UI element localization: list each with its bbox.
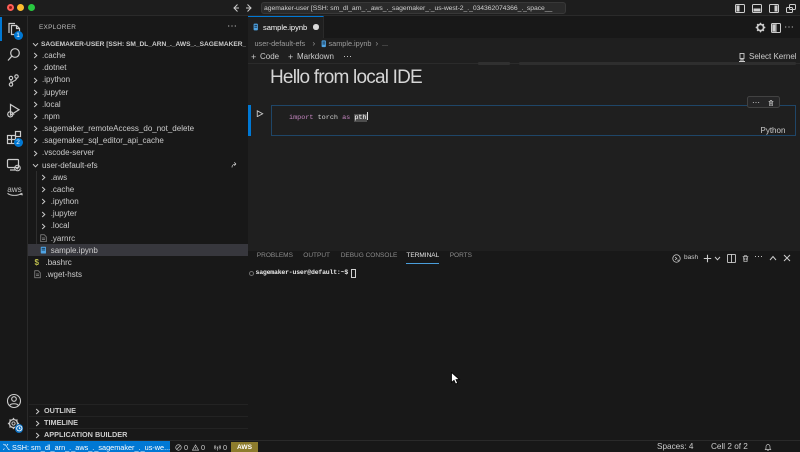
svg-text:aws: aws (7, 185, 22, 194)
